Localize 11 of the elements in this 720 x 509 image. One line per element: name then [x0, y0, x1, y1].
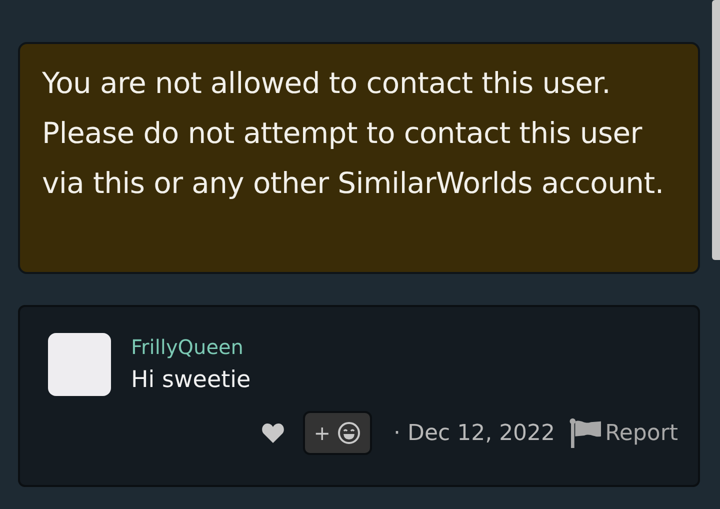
- smiley-icon: [336, 421, 361, 445]
- author-link[interactable]: FrillyQueen: [131, 335, 678, 359]
- comment-text: Hi sweetie: [131, 367, 252, 393]
- warning-message: You are not allowed to contact this user. Please do not attempt to contact this user via this or any other SimilarWorlds account.: [42, 65, 665, 202]
- flag-icon: [569, 418, 604, 448]
- comment-date: · Dec 12, 2022: [394, 420, 556, 446]
- report-button[interactable]: Report: [569, 418, 678, 448]
- add-reaction-button[interactable]: +: [302, 411, 372, 455]
- avatar[interactable]: [48, 333, 111, 396]
- scrollbar[interactable]: [712, 0, 720, 260]
- heart-icon[interactable]: [260, 422, 285, 444]
